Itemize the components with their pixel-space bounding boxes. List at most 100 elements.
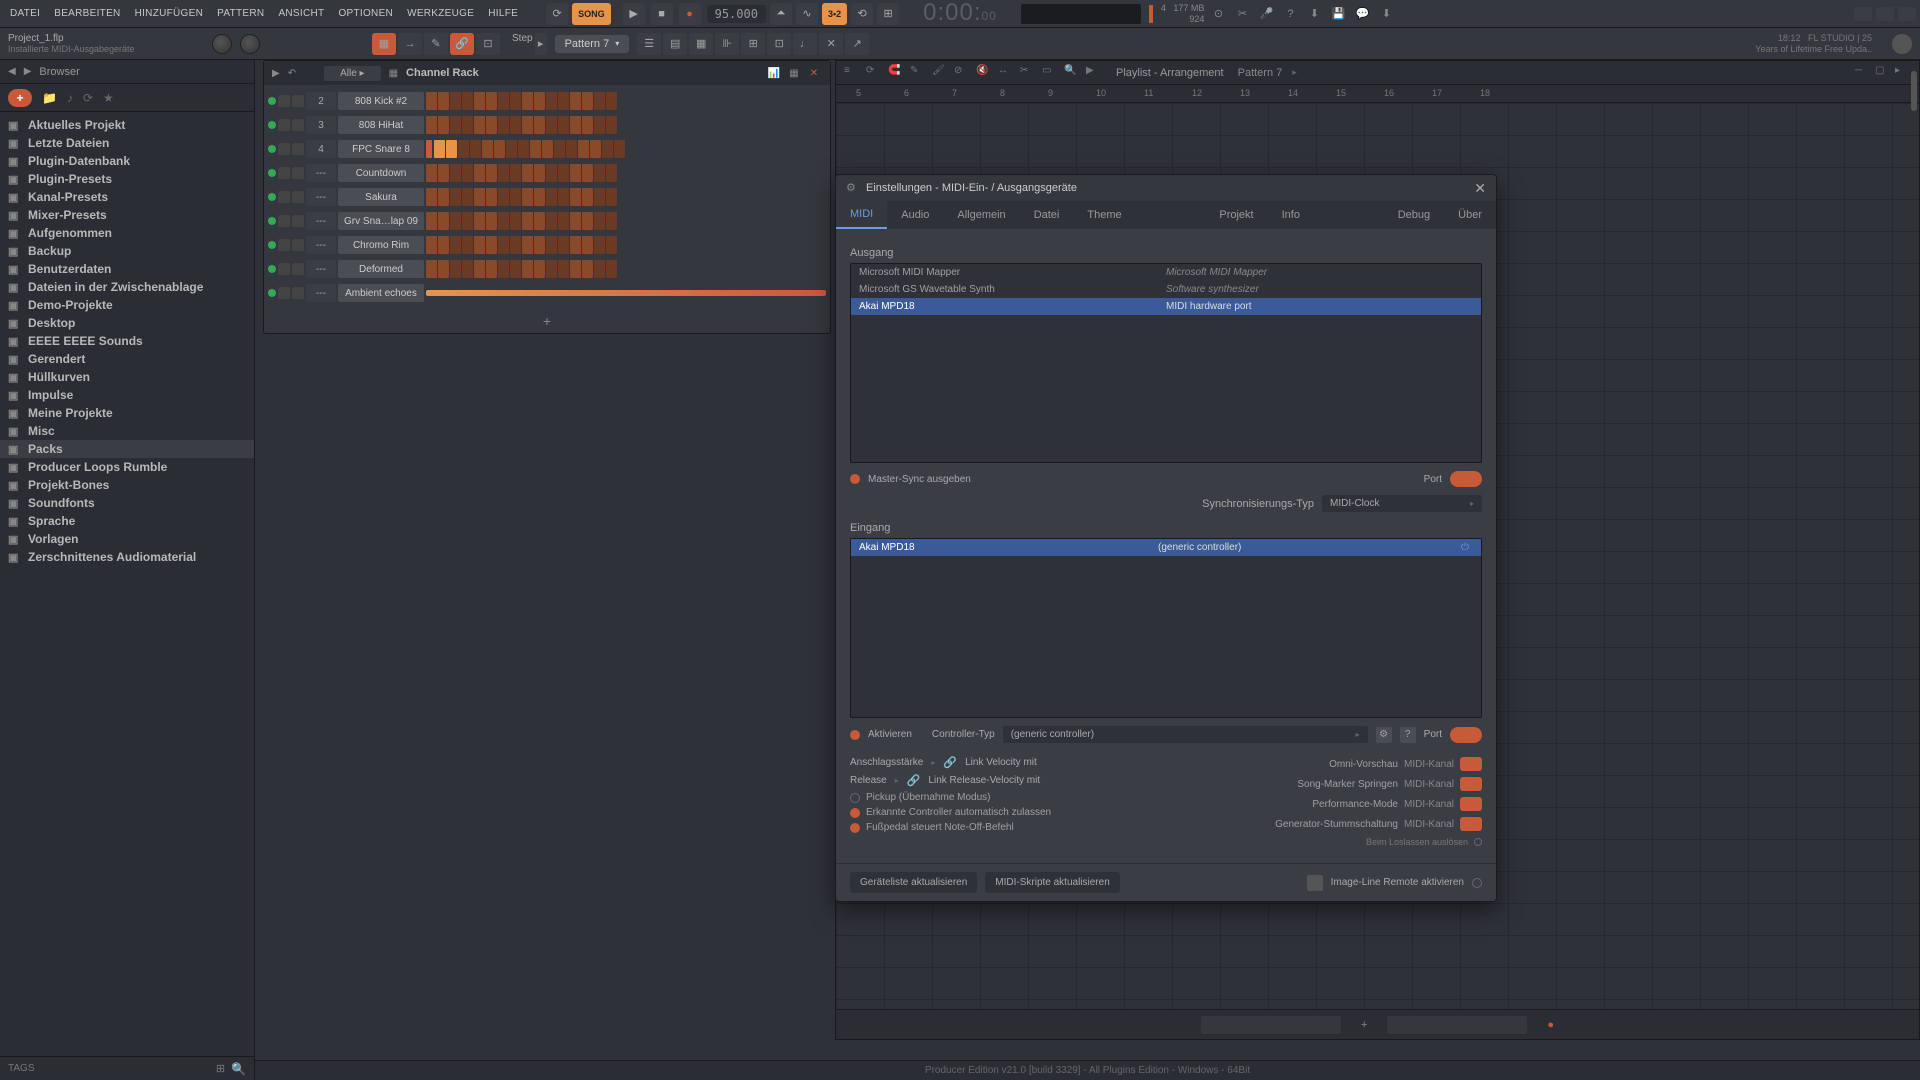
- star-icon[interactable]: ★: [103, 91, 114, 105]
- step-cell[interactable]: [590, 140, 601, 158]
- step-cell[interactable]: [486, 212, 497, 230]
- velocity-curve-icon[interactable]: ▸: [931, 758, 935, 767]
- menu-bearbeiten[interactable]: BEARBEITEN: [48, 4, 126, 23]
- step-cell[interactable]: [426, 164, 437, 182]
- step-cell[interactable]: [594, 92, 605, 110]
- channel-mute[interactable]: [278, 191, 290, 203]
- omni-channel-field[interactable]: [1460, 757, 1482, 771]
- rack-close-icon[interactable]: ✕: [806, 65, 822, 81]
- rack-undo-icon[interactable]: ↶: [288, 68, 296, 79]
- controller-help-icon[interactable]: ?: [1400, 727, 1416, 743]
- channel-led[interactable]: [268, 289, 276, 297]
- channel-mute[interactable]: [278, 95, 290, 107]
- pl-pencil-icon[interactable]: ✎: [910, 65, 926, 81]
- rack-menu-icon[interactable]: ▦: [389, 68, 398, 79]
- menu-optionen[interactable]: OPTIONEN: [332, 4, 399, 23]
- mixer-button[interactable]: ⊪: [715, 33, 739, 55]
- browser-item[interactable]: ▣Kanal-Presets: [0, 188, 254, 206]
- pattern-selector[interactable]: Pattern 7▾: [555, 35, 630, 53]
- menu-datei[interactable]: DATEI: [4, 4, 46, 23]
- playlist-button[interactable]: ☰: [637, 33, 661, 55]
- output-device-row[interactable]: Microsoft MIDI MapperMicrosoft MIDI Mapp…: [851, 264, 1481, 281]
- pl-select-icon[interactable]: ▭: [1042, 65, 1058, 81]
- step-cell[interactable]: [498, 164, 509, 182]
- channel-led[interactable]: [268, 145, 276, 153]
- channel-name[interactable]: Ambient echoes: [338, 284, 424, 302]
- maximize-button[interactable]: [1876, 7, 1894, 21]
- pl-footer-marker[interactable]: ●: [1547, 1019, 1554, 1031]
- channel-name[interactable]: Countdown: [338, 164, 424, 182]
- step-cell[interactable]: [558, 212, 569, 230]
- channel-mute[interactable]: [278, 263, 290, 275]
- step-cell[interactable]: [498, 236, 509, 254]
- pl-footer-box2[interactable]: [1387, 1016, 1527, 1034]
- step-cell[interactable]: [486, 116, 497, 134]
- master-sync-radio[interactable]: [850, 474, 860, 484]
- step-cell[interactable]: [462, 116, 473, 134]
- channel-number[interactable]: 2: [306, 92, 336, 110]
- pl-zoom-icon[interactable]: 🔍: [1064, 65, 1080, 81]
- enable-remote-checkbox[interactable]: [1472, 878, 1482, 888]
- paint-tool-button[interactable]: ✎: [424, 33, 448, 55]
- step-cell[interactable]: [578, 140, 589, 158]
- render-icon[interactable]: ⬇: [1304, 4, 1324, 24]
- channel-name[interactable]: Deformed: [338, 260, 424, 278]
- step-cell[interactable]: [450, 188, 461, 206]
- step-cell[interactable]: [462, 164, 473, 182]
- metronome-icon[interactable]: ⏶: [770, 3, 792, 25]
- step-cell[interactable]: [438, 116, 449, 134]
- step-cell[interactable]: [534, 116, 545, 134]
- tab-midi[interactable]: MIDI: [836, 201, 887, 229]
- refresh-devices-button[interactable]: Geräteliste aktualisieren: [850, 872, 977, 893]
- step-cell[interactable]: [462, 260, 473, 278]
- pl-arrow-icon[interactable]: ▸: [1292, 67, 1297, 78]
- step-cell[interactable]: [570, 236, 581, 254]
- channel-number[interactable]: ---: [306, 212, 336, 230]
- step-cell[interactable]: [606, 212, 617, 230]
- foot-pedal-checkbox[interactable]: [850, 823, 860, 833]
- step-cell[interactable]: [558, 236, 569, 254]
- controller-settings-icon[interactable]: ⚙: [1376, 727, 1392, 743]
- pl-footer-box1[interactable]: [1201, 1016, 1341, 1034]
- browser-item[interactable]: ▣Dateien in der Zwischenablage: [0, 278, 254, 296]
- step-cell[interactable]: [522, 164, 533, 182]
- step-cell[interactable]: [450, 164, 461, 182]
- menu-werkzeuge[interactable]: WERKZEUGE: [401, 4, 480, 23]
- play-button[interactable]: ▶: [623, 3, 645, 25]
- step-cell[interactable]: [510, 92, 521, 110]
- dialog-close-button[interactable]: ✕: [1474, 180, 1486, 197]
- browser-item[interactable]: ▣Soundfonts: [0, 494, 254, 512]
- channel-number[interactable]: ---: [306, 164, 336, 182]
- tab-theme[interactable]: Theme: [1073, 201, 1135, 229]
- step-cell[interactable]: [498, 260, 509, 278]
- channel-mute[interactable]: [278, 239, 290, 251]
- step-cell[interactable]: [582, 92, 593, 110]
- tools-icon[interactable]: ✂: [1232, 4, 1252, 24]
- step-cell[interactable]: [558, 188, 569, 206]
- step-cell[interactable]: [486, 164, 497, 182]
- auto-accept-checkbox[interactable]: [850, 808, 860, 818]
- step-cell[interactable]: [570, 164, 581, 182]
- step-cell[interactable]: [522, 260, 533, 278]
- link-velocity-icon[interactable]: 🔗: [943, 756, 957, 769]
- step-cell[interactable]: [450, 260, 461, 278]
- overdub-icon[interactable]: ⊞: [877, 3, 899, 25]
- browser-item[interactable]: ▣Producer Loops Rumble: [0, 458, 254, 476]
- step-cell[interactable]: [558, 260, 569, 278]
- step-cell[interactable]: [546, 92, 557, 110]
- step-cell[interactable]: [594, 212, 605, 230]
- step-cell[interactable]: [462, 188, 473, 206]
- step-cell[interactable]: [438, 212, 449, 230]
- step-cell[interactable]: [494, 140, 505, 158]
- channel-name[interactable]: 808 Kick #2: [338, 92, 424, 110]
- step-cell[interactable]: [426, 188, 437, 206]
- step-cell[interactable]: [486, 188, 497, 206]
- step-cell[interactable]: [558, 116, 569, 134]
- close-panel-button[interactable]: ✕: [819, 33, 843, 55]
- browser-item[interactable]: ▣Demo-Projekte: [0, 296, 254, 314]
- step-cell[interactable]: [546, 260, 557, 278]
- step-cell[interactable]: [426, 260, 437, 278]
- step-cell[interactable]: [546, 212, 557, 230]
- step-cell[interactable]: [566, 140, 577, 158]
- channel-led[interactable]: [268, 121, 276, 129]
